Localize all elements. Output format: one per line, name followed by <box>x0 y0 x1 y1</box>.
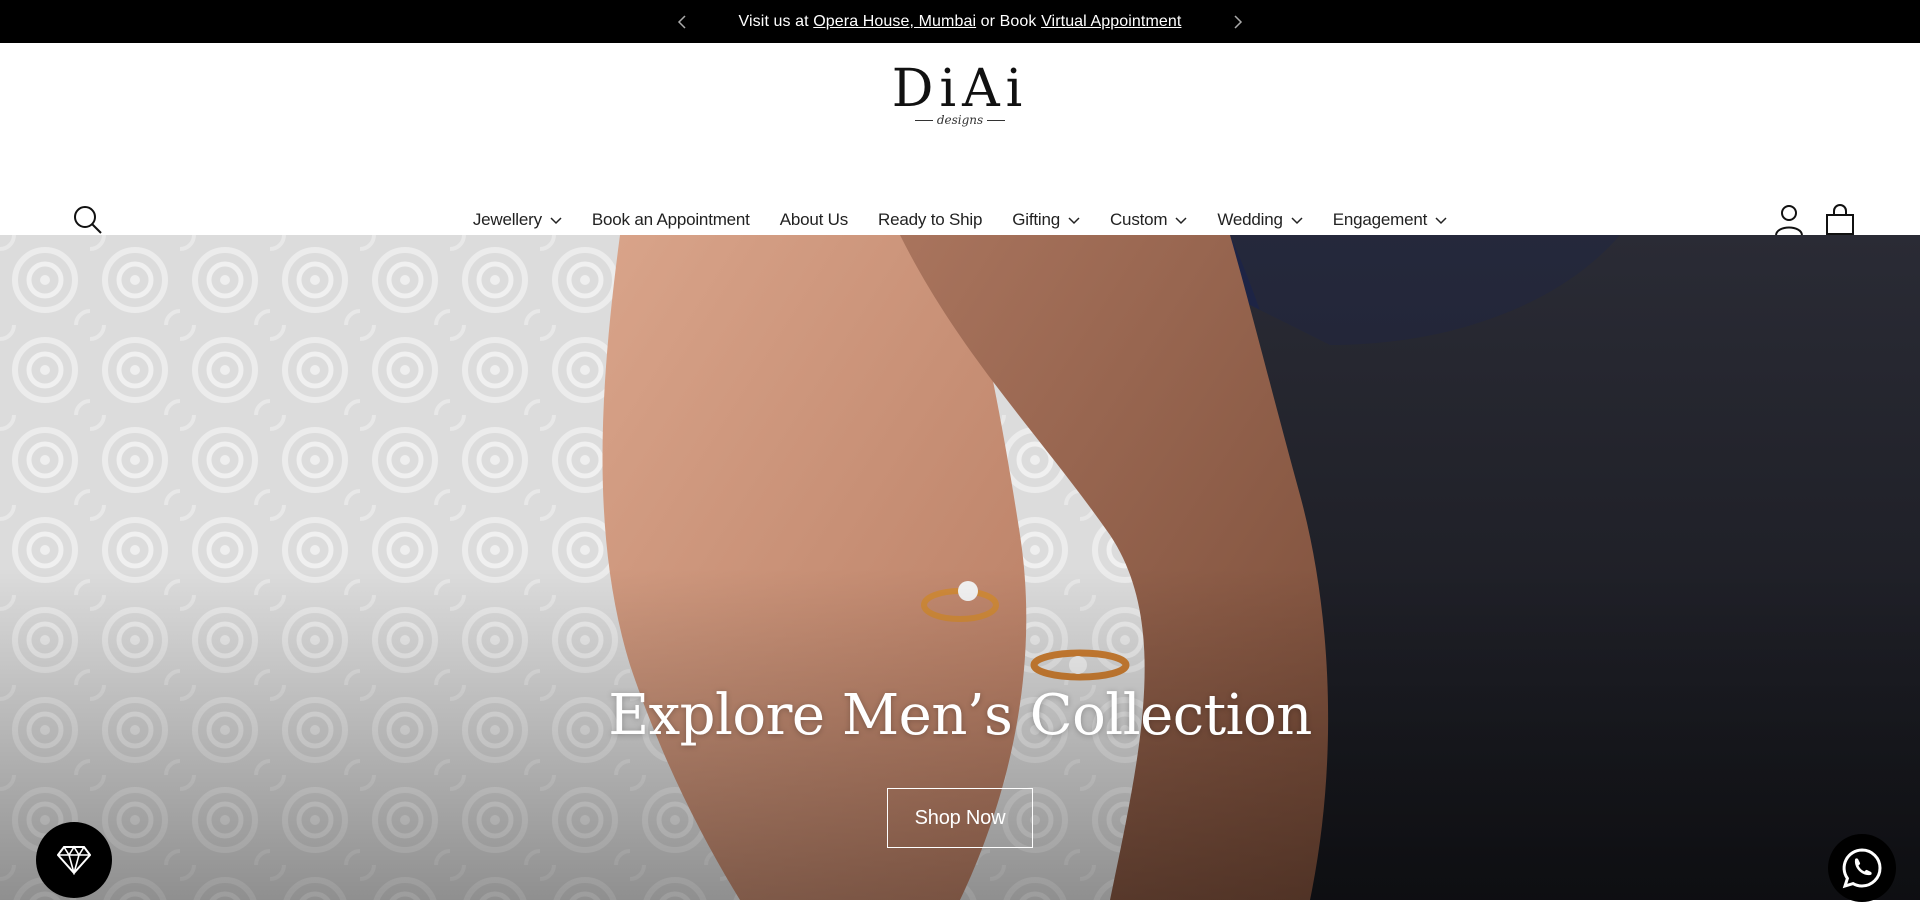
nav-label: About Us <box>779 210 849 229</box>
nav-label: Book an Appointment <box>591 210 750 229</box>
announcement-bar: Visit us at Opera House, Mumbai or Book … <box>0 0 1920 43</box>
chevron-right-icon[interactable] <box>1228 12 1248 32</box>
logo[interactable]: DiAi designs <box>892 61 1023 141</box>
logo-tagline: designs <box>936 113 984 127</box>
logo-divider-left <box>914 119 933 121</box>
nav-gifting[interactable]: Gifting <box>1012 210 1080 230</box>
diamond-icon[interactable] <box>36 822 112 898</box>
nav-book-appointment[interactable]: Book an Appointment <box>592 210 750 230</box>
main-nav: Jewellery Book an Appointment About Us R… <box>0 210 1920 230</box>
nav-label: Engagement <box>1332 210 1428 229</box>
chevron-left-icon[interactable] <box>672 12 692 32</box>
nav-custom[interactable]: Custom <box>1110 210 1187 230</box>
logo-divider-right <box>987 119 1006 121</box>
site-header: DiAi designs Jewellery Book an Appointme… <box>0 43 1920 260</box>
nav-about-us[interactable]: About Us <box>779 210 849 230</box>
nav-label: Wedding <box>1217 210 1283 229</box>
nav-label: Gifting <box>1012 210 1060 229</box>
chevron-down-icon <box>1175 217 1187 225</box>
chevron-down-icon <box>1291 217 1303 225</box>
shopping-bag-icon[interactable] <box>1824 204 1856 236</box>
whatsapp-icon[interactable] <box>1828 834 1896 902</box>
virtual-appointment-link[interactable]: Virtual Appointment <box>1041 13 1181 30</box>
account-icon[interactable] <box>1774 204 1804 236</box>
chevron-down-icon <box>1068 217 1080 225</box>
nav-label: Ready to Ship <box>878 210 983 229</box>
nav-engagement[interactable]: Engagement <box>1333 210 1447 230</box>
chevron-down-icon <box>550 217 562 225</box>
hero-banner: Explore Men’s Collection Shop Now <box>0 235 1920 900</box>
logo-brand: DiAi <box>891 59 1029 119</box>
hero-title: Explore Men’s Collection <box>608 683 1312 748</box>
chevron-down-icon <box>1435 217 1447 225</box>
announcement-text: Visit us at Opera House, Mumbai or Book … <box>739 13 1182 31</box>
shop-now-button[interactable]: Shop Now <box>887 788 1033 848</box>
announcement-prefix: Visit us at <box>738 12 814 30</box>
nav-jewellery[interactable]: Jewellery <box>473 210 562 230</box>
location-link[interactable]: Opera House, Mumbai <box>813 13 976 30</box>
logo-tagline-row: designs <box>914 113 1006 127</box>
nav-wedding[interactable]: Wedding <box>1217 210 1303 230</box>
announcement-middle: or Book <box>976 12 1042 30</box>
nav-label: Custom <box>1109 210 1168 229</box>
nav-label: Jewellery <box>472 210 542 229</box>
nav-ready-to-ship[interactable]: Ready to Ship <box>878 210 982 230</box>
